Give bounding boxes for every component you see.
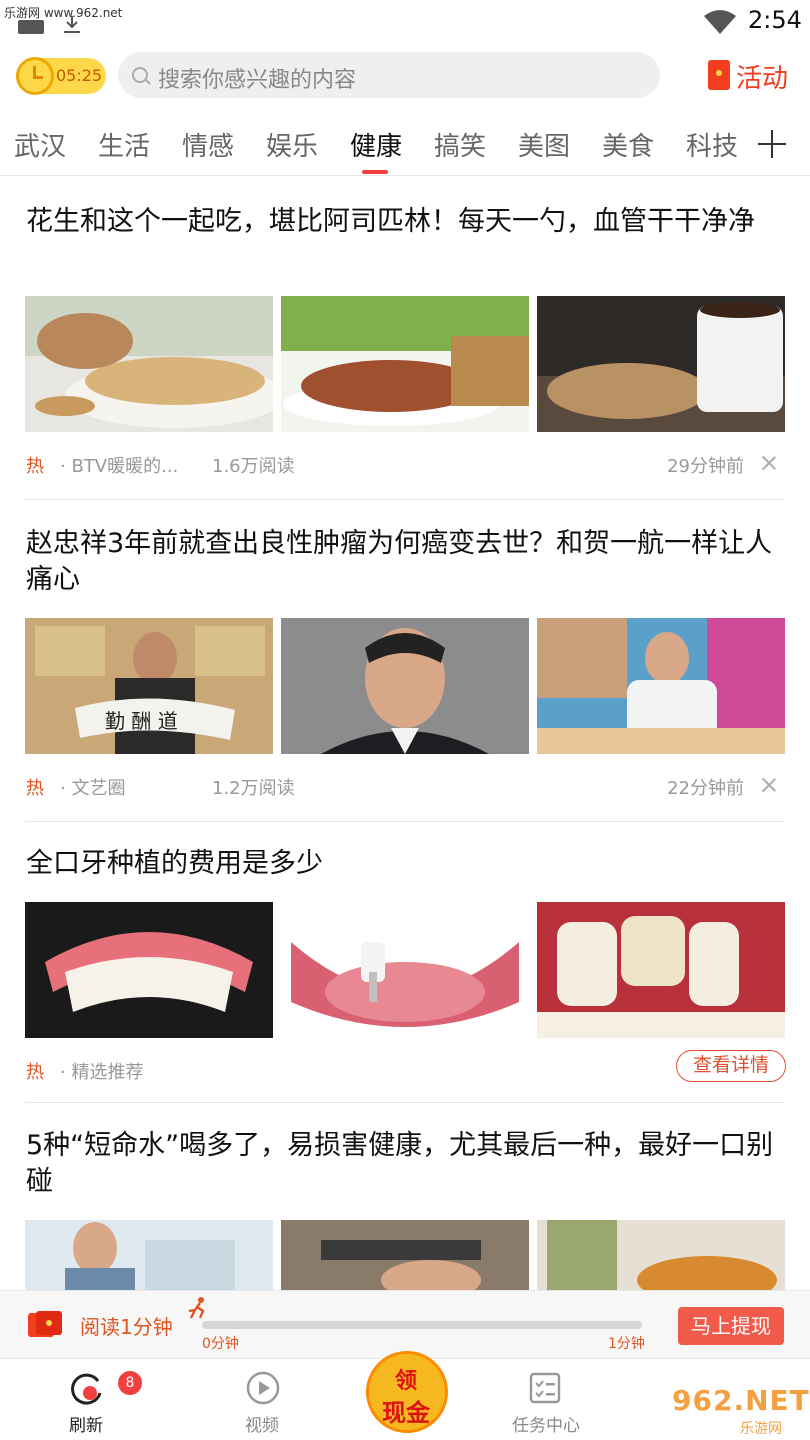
nav-label: 视频 (245, 1416, 279, 1436)
red-peanuts-image (281, 296, 529, 432)
woman-water-image (25, 1220, 273, 1290)
cash-label-line2: 现金 (382, 1399, 430, 1427)
divider (25, 821, 785, 822)
calligraphy-fan-image: 勤 酬 道 (25, 618, 273, 754)
reading-timer[interactable]: 05:25 (16, 57, 106, 95)
nav-tasks[interactable]: 任务中心 (486, 1359, 606, 1440)
withdraw-button[interactable]: 马上提现 (678, 1307, 784, 1345)
hot-tag: 热 (26, 456, 44, 477)
task-list-icon (529, 1372, 561, 1404)
refresh-badge: 8 (118, 1371, 142, 1395)
download-icon (64, 16, 80, 33)
tab-pictures[interactable]: 美图 (518, 126, 570, 163)
article-images (25, 296, 785, 432)
tab-entertainment[interactable]: 娱乐 (266, 126, 318, 163)
article-source: · 精选推荐 (60, 1062, 144, 1083)
search-icon (132, 67, 148, 83)
category-tabs: 武汉 生活 情感 娱乐 健康 搞笑 美图 美食 科技 (0, 118, 810, 176)
reading-label: 阅读1分钟 (80, 1315, 173, 1339)
portrait-image (281, 618, 529, 754)
timer-text: 05:25 (56, 66, 103, 85)
search-placeholder: 搜索你感兴趣的内容 (158, 68, 357, 93)
dismiss-icon[interactable] (760, 454, 778, 472)
add-tab-icon[interactable] (756, 128, 788, 160)
dental-implant-image (281, 902, 529, 1038)
runner-icon (188, 1297, 205, 1319)
article-title: 花生和这个一起吃，堪比阿司匹林！每天一勺，血管干干净净 (26, 206, 755, 237)
tea-image (537, 1220, 785, 1290)
article-title: 赵忠祥3年前就查出良性肿瘤为何癌变去世？和贺一航一样让人痛心 (26, 528, 773, 595)
status-bar: 乐游网 www.962.net 2:54 (0, 0, 810, 44)
notification-icon (18, 20, 44, 34)
denture-image (25, 902, 273, 1038)
article-images: 勤 酬 道 (25, 618, 785, 754)
play-icon (246, 1371, 280, 1405)
divider (25, 499, 785, 500)
article-reads: 1.6万阅读 (212, 456, 295, 477)
svg-text:勤 酬 道: 勤 酬 道 (105, 709, 178, 733)
teeth-closeup-image (537, 902, 785, 1038)
hot-tag: 热 (26, 1062, 44, 1083)
article-meta: 热 · 精选推荐 查看详情 (26, 1050, 786, 1084)
search-input[interactable]: 搜索你感兴趣的内容 (118, 52, 660, 98)
nav-label: 任务中心 (512, 1416, 580, 1436)
tab-health[interactable]: 健康 (350, 126, 402, 163)
article-title: 5种“短命水”喝多了，易损害健康，尤其最后一种，最好一口别碰 (26, 1130, 774, 1197)
nav-video[interactable]: 视频 (202, 1359, 322, 1440)
article-images (25, 902, 785, 1038)
status-time: 2:54 (748, 6, 802, 34)
view-details-button[interactable]: 查看详情 (675, 1050, 786, 1082)
red-envelope-icon (708, 60, 730, 90)
hot-tag: 热 (26, 778, 44, 799)
divider (25, 1102, 785, 1103)
article-meta: 热 · 文艺圈 1.2万阅读 22分钟前 (26, 772, 786, 800)
get-cash-button[interactable]: 领 现金 (360, 1341, 452, 1437)
nav-refresh[interactable]: 8 刷新 (26, 1359, 146, 1440)
wifi-icon (704, 10, 736, 34)
dismiss-icon[interactable] (760, 776, 778, 794)
tab-funny[interactable]: 搞笑 (434, 126, 486, 163)
site-watermark-logo: 962.NET 乐游网 (672, 1380, 810, 1438)
tab-emotion[interactable]: 情感 (182, 126, 234, 163)
article-time: 22分钟前 (667, 778, 744, 799)
article-images (25, 1220, 785, 1290)
peanuts-bowl-image (25, 296, 273, 432)
tap-water-image (281, 1220, 529, 1290)
search-row: 05:25 搜索你感兴趣的内容 活动 (0, 48, 810, 104)
clock-icon (16, 57, 54, 95)
cash-label-line1: 领 (394, 1369, 417, 1394)
article-title: 全口牙种植的费用是多少 (26, 848, 323, 879)
article-source: · 文艺圈 (60, 778, 126, 799)
red-packet-icon (28, 1311, 62, 1337)
active-tab-indicator (362, 170, 388, 174)
article-meta: 热 · BTV暖暖的... 1.6万阅读 29分钟前 (26, 450, 786, 478)
progress-start-label: 0分钟 (202, 1336, 239, 1352)
article-reads: 1.2万阅读 (212, 778, 295, 799)
tab-wuhan[interactable]: 武汉 (14, 126, 66, 163)
tab-tech[interactable]: 科技 (686, 126, 738, 163)
refresh-icon (71, 1373, 102, 1405)
progress-end-label: 1分钟 (608, 1336, 645, 1352)
reading-progress-track (202, 1321, 642, 1329)
activity-label: 活动 (736, 64, 789, 94)
watermark-line2: 乐游网 (740, 1421, 782, 1437)
watermark-line1: 962.NET (672, 1384, 810, 1417)
tab-life[interactable]: 生活 (98, 126, 150, 163)
tab-food[interactable]: 美食 (602, 126, 654, 163)
article-time: 29分钟前 (667, 456, 744, 477)
article-source: · BTV暖暖的... (60, 456, 179, 477)
peanuts-coffee-image (537, 296, 785, 432)
nav-label: 刷新 (69, 1416, 103, 1436)
tv-show-image (537, 618, 785, 754)
